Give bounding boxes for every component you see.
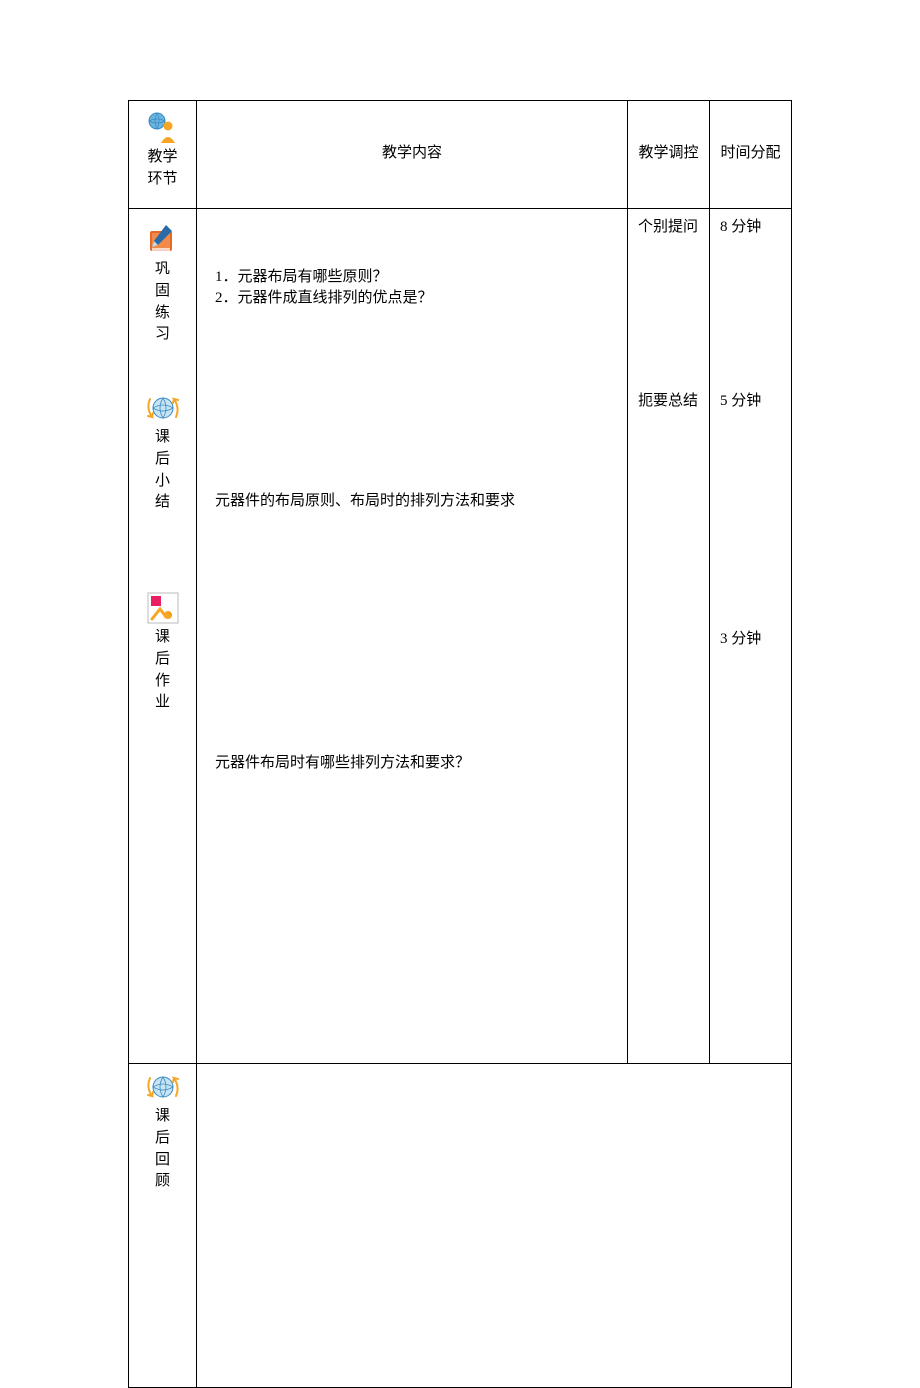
review-content-cell [197, 1064, 792, 1388]
summary-time: 5 分钟 [720, 389, 781, 410]
review-label-4: 顾 [133, 1171, 192, 1193]
review-content [197, 1064, 791, 1088]
lesson-plan-table: 教学环节 教学内容 教学调控 时间分配 [128, 100, 792, 1388]
summary-content: 元器件的布局原则、布局时的排列方法和要求 [215, 489, 609, 510]
homework-content: 元器件布局时有哪些排列方法和要求？ [215, 751, 609, 772]
homework-label-2: 后 [133, 649, 192, 671]
review-label-1: 课 [133, 1106, 192, 1128]
practice-label-1: 巩 [133, 259, 192, 281]
header-content-label: 教学内容 [382, 145, 442, 161]
practice-time: 8 分钟 [720, 215, 781, 236]
review-label-2: 后 [133, 1128, 192, 1150]
main-control-cell: 个别提问 扼要总结 [628, 209, 710, 1064]
practice-label-3: 练 [133, 303, 192, 325]
header-time-label: 时间分配 [720, 145, 780, 161]
header-stage-text: 教学环节 [133, 147, 192, 191]
homework-time: 3 分钟 [720, 627, 781, 648]
image-placeholder-icon [146, 591, 180, 625]
homework-label-1: 课 [133, 627, 192, 649]
summary-label-4: 结 [133, 492, 192, 514]
homework-label-3: 作 [133, 671, 192, 693]
practice-content-line1: 1．元器布局有哪些原则？ [215, 265, 609, 286]
summary-label-3: 小 [133, 471, 192, 493]
book-pencil-icon [146, 223, 180, 257]
review-stage-cell: 课 后 回 顾 [129, 1064, 197, 1388]
main-stage-cell: 巩 固 练 习 课 后 小 [129, 209, 197, 1064]
review-row: 课 后 回 顾 [129, 1064, 792, 1388]
header-control-cell: 教学调控 [628, 101, 710, 209]
review-label-3: 回 [133, 1150, 192, 1172]
main-row: 巩 固 练 习 课 后 小 [129, 209, 792, 1064]
practice-content-line2: 2．元器件成直线排列的优点是？ [215, 286, 609, 307]
header-control-label: 教学调控 [638, 145, 698, 161]
main-time-cell: 8 分钟 5 分钟 3 分钟 [710, 209, 792, 1064]
globe-person-icon [146, 111, 180, 145]
header-time-cell: 时间分配 [710, 101, 792, 209]
summary-label-2: 后 [133, 449, 192, 471]
globe-arrows-icon [146, 391, 180, 425]
header-stage-cell: 教学环节 [129, 101, 197, 209]
main-content-cell: 1．元器布局有哪些原则？ 2．元器件成直线排列的优点是？ 元器件的布局原则、布局… [197, 209, 628, 1064]
globe-arrows-icon [146, 1070, 180, 1104]
summary-label-1: 课 [133, 427, 192, 449]
header-row: 教学环节 教学内容 教学调控 时间分配 [129, 101, 792, 209]
practice-label-4: 习 [133, 324, 192, 346]
practice-control: 个别提问 [638, 215, 699, 236]
header-content-cell: 教学内容 [197, 101, 628, 209]
homework-label-4: 业 [133, 692, 192, 714]
practice-label-2: 固 [133, 281, 192, 303]
summary-control: 扼要总结 [638, 389, 699, 410]
